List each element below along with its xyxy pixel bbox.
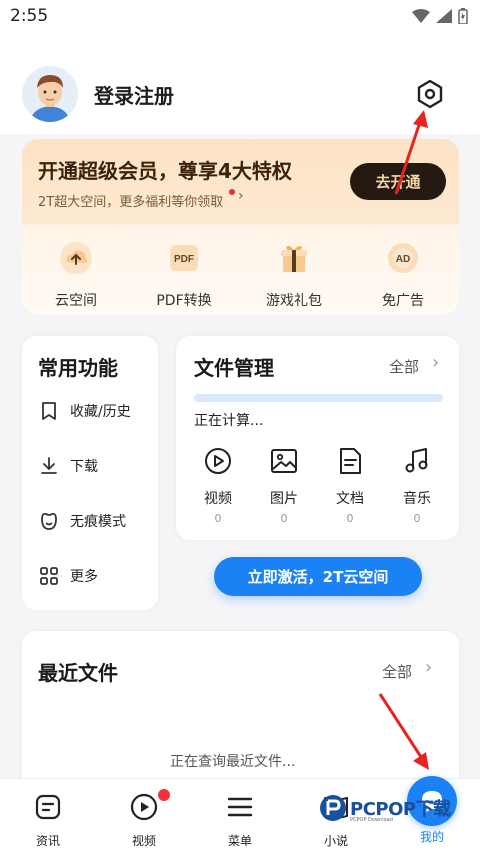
red-arrow-icon — [394, 110, 428, 195]
red-arrow-icon — [378, 693, 429, 770]
annotation-arrows — [378, 110, 429, 770]
